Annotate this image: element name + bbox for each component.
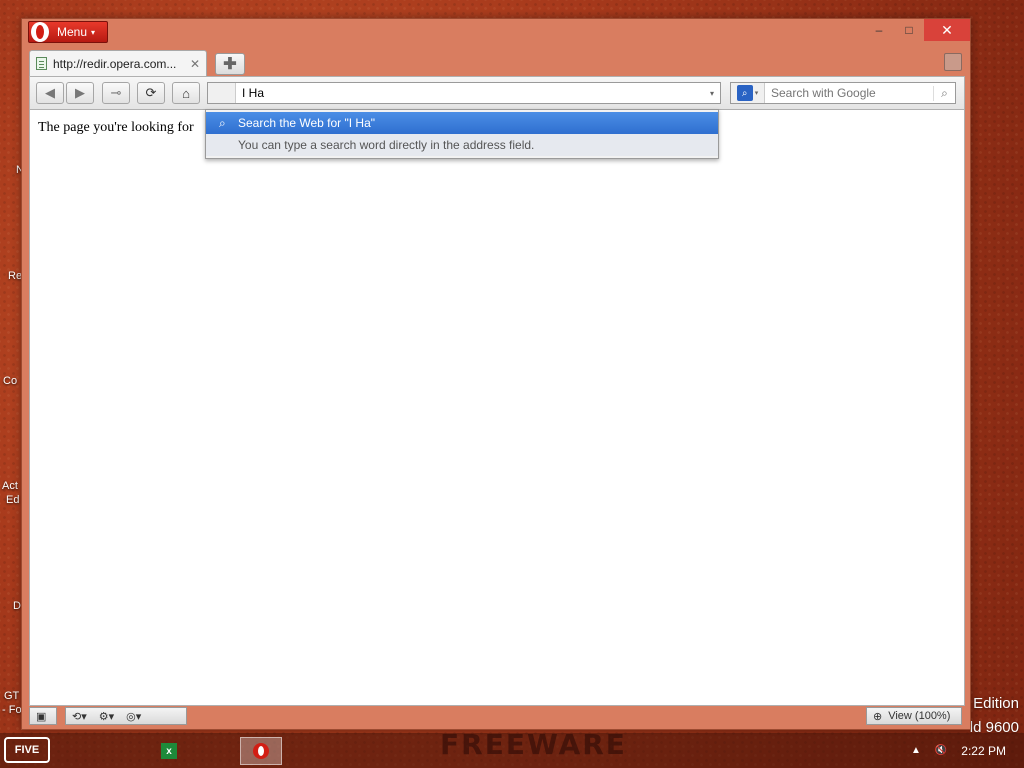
tab-title: http://redir.opera.com... xyxy=(53,56,177,71)
maximize-button[interactable]: □ xyxy=(894,19,924,41)
zoom-label: View (100%) xyxy=(888,710,951,722)
desktop-icon-label[interactable]: Act xyxy=(2,480,18,492)
search-engine-selector[interactable]: ⌕ ▾ xyxy=(731,83,765,103)
search-input[interactable] xyxy=(765,84,933,102)
gta-v-icon[interactable]: FIVE xyxy=(4,737,50,763)
security-badge[interactable] xyxy=(208,83,236,103)
home-button[interactable]: ⌂ xyxy=(172,82,200,104)
desktop-icon-label[interactable]: GT xyxy=(4,690,19,702)
address-bar[interactable]: ▾ xyxy=(207,82,721,104)
desktop-icon-label[interactable]: - Fo xyxy=(2,704,22,716)
panel-toggle-button[interactable]: ▣ xyxy=(29,707,57,725)
windows-edition-text: Edition xyxy=(973,695,1019,712)
watermark-text: FREEWARE xyxy=(440,728,627,761)
chevron-down-icon: ▾ xyxy=(754,90,759,97)
sync-icon[interactable]: ⟲▾ xyxy=(66,710,93,723)
excel-icon: x xyxy=(161,743,177,759)
unite-icon[interactable]: ⚙▾ xyxy=(93,710,120,723)
page-text: The page you're looking for xyxy=(38,120,194,135)
suggestion-search-web[interactable]: ⌕ Search the Web for "I Ha" xyxy=(206,112,718,134)
speaker-muted-icon[interactable]: 🔇 xyxy=(935,745,947,756)
turbo-icon[interactable]: ◎▾ xyxy=(120,710,147,723)
search-go-icon[interactable]: ⌕ xyxy=(933,85,955,101)
suggestion-label: Search the Web for "I Ha" xyxy=(238,116,376,130)
trash-icon[interactable] xyxy=(944,53,962,71)
desktop-icon-label[interactable]: Co xyxy=(3,375,17,387)
address-input[interactable] xyxy=(236,84,704,102)
opera-icon xyxy=(253,743,269,759)
search-box[interactable]: ⌕ ▾ ⌕ xyxy=(730,82,956,104)
menu-label: Menu xyxy=(57,25,88,39)
page-icon xyxy=(36,57,47,70)
chevron-down-icon[interactable]: ▾ xyxy=(704,89,720,98)
status-bar: ▣ ⟲▾ ⚙▾ ◎▾ ⊕ View (100%) xyxy=(29,706,965,726)
opera-menu-button[interactable]: Menu ▾ xyxy=(28,21,108,43)
suggestion-hint: You can type a search word directly in t… xyxy=(206,134,718,156)
minimize-button[interactable]: – xyxy=(864,19,894,41)
panel-icon: ▣ xyxy=(36,710,47,723)
reload-button[interactable]: ⟳ xyxy=(137,82,165,104)
desktop-icon-label[interactable]: Re xyxy=(8,270,22,282)
search-icon: ⌕ xyxy=(219,115,226,130)
desktop-icon-label[interactable]: D xyxy=(13,600,21,612)
desktop-icon-label[interactable]: Ed xyxy=(6,494,19,506)
tab-close-icon[interactable]: ✕ xyxy=(190,57,200,71)
address-suggestions: ⌕ Search the Web for "I Ha" You can type… xyxy=(205,109,719,159)
chevron-down-icon: ▾ xyxy=(91,27,96,37)
forward-button[interactable]: ▶ xyxy=(66,82,94,104)
zoom-icon: ⊕ xyxy=(873,710,883,723)
zoom-control[interactable]: ⊕ View (100%) xyxy=(866,707,962,725)
navigation-toolbar: ◀ ▶ ⊸ ⟳ ⌂ ▾ ⌕ ▾ ⌕ xyxy=(29,76,965,110)
opera-logo-icon xyxy=(31,22,49,42)
opera-taskbar-button[interactable] xyxy=(240,737,282,765)
new-tab-button[interactable]: ✚ xyxy=(215,53,245,75)
chevron-up-icon[interactable]: ▲ xyxy=(911,745,921,756)
search-icon: ⌕ xyxy=(736,85,753,101)
clock[interactable]: 2:22 PM xyxy=(961,744,1006,758)
status-tools: ⟲▾ ⚙▾ ◎▾ xyxy=(65,707,187,725)
back-button[interactable]: ◀ xyxy=(36,82,64,104)
excel-taskbar-button[interactable]: x xyxy=(158,737,180,765)
page-content: The page you're looking for xyxy=(29,110,965,706)
tab-active[interactable]: http://redir.opera.com... ✕ xyxy=(29,50,207,76)
system-tray: ▲ 🔇 2:22 PM xyxy=(911,733,1006,768)
key-icon[interactable]: ⊸ xyxy=(102,82,130,104)
close-window-button[interactable]: ✕ xyxy=(924,19,970,41)
window-controls: – □ ✕ xyxy=(864,19,970,41)
